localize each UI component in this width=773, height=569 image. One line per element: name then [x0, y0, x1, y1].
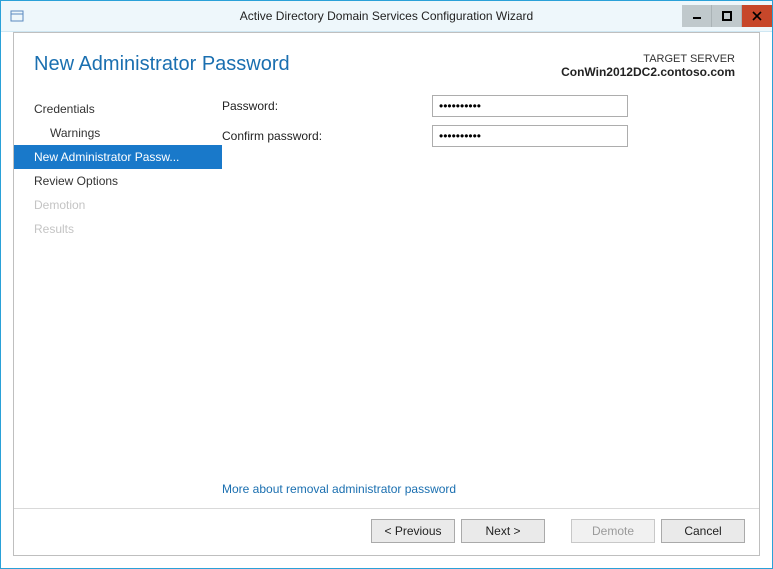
- body: Credentials Warnings New Administrator P…: [14, 87, 759, 508]
- cancel-button[interactable]: Cancel: [661, 519, 745, 543]
- window-title: Active Directory Domain Services Configu…: [1, 9, 772, 23]
- next-button[interactable]: Next >: [461, 519, 545, 543]
- button-gap: [551, 519, 565, 543]
- help-link[interactable]: More about removal administrator passwor…: [222, 482, 456, 496]
- demote-button: Demote: [571, 519, 655, 543]
- password-row: Password:: [222, 93, 759, 119]
- target-server-label: TARGET SERVER: [561, 53, 735, 65]
- wizard-steps-sidebar: Credentials Warnings New Administrator P…: [14, 87, 222, 508]
- password-label: Password:: [222, 99, 432, 113]
- window-controls: [682, 5, 772, 27]
- step-demotion: Demotion: [14, 193, 222, 217]
- app-icon: [9, 8, 25, 24]
- confirm-password-label: Confirm password:: [222, 129, 432, 143]
- header: New Administrator Password TARGET SERVER…: [14, 33, 759, 87]
- footer: < Previous Next > Demote Cancel: [14, 508, 759, 555]
- titlebar: Active Directory Domain Services Configu…: [1, 1, 772, 32]
- step-warnings[interactable]: Warnings: [14, 121, 222, 145]
- step-review-options[interactable]: Review Options: [14, 169, 222, 193]
- confirm-password-input[interactable]: [432, 125, 628, 147]
- content-area: New Administrator Password TARGET SERVER…: [1, 32, 772, 568]
- wizard-window: Active Directory Domain Services Configu…: [0, 0, 773, 569]
- page-title: New Administrator Password: [34, 53, 561, 76]
- minimize-button[interactable]: [682, 5, 712, 27]
- step-credentials[interactable]: Credentials: [14, 97, 222, 121]
- confirm-password-row: Confirm password:: [222, 123, 759, 149]
- close-button[interactable]: [742, 5, 772, 27]
- main-panel: Password: Confirm password: More about r…: [222, 87, 759, 508]
- password-input[interactable]: [432, 95, 628, 117]
- inner-panel: New Administrator Password TARGET SERVER…: [13, 32, 760, 556]
- previous-button[interactable]: < Previous: [371, 519, 455, 543]
- target-server-block: TARGET SERVER ConWin2012DC2.contoso.com: [561, 53, 735, 79]
- target-server-name: ConWin2012DC2.contoso.com: [561, 65, 735, 79]
- step-results: Results: [14, 217, 222, 241]
- maximize-button[interactable]: [712, 5, 742, 27]
- step-new-admin-password[interactable]: New Administrator Passw...: [14, 145, 222, 169]
